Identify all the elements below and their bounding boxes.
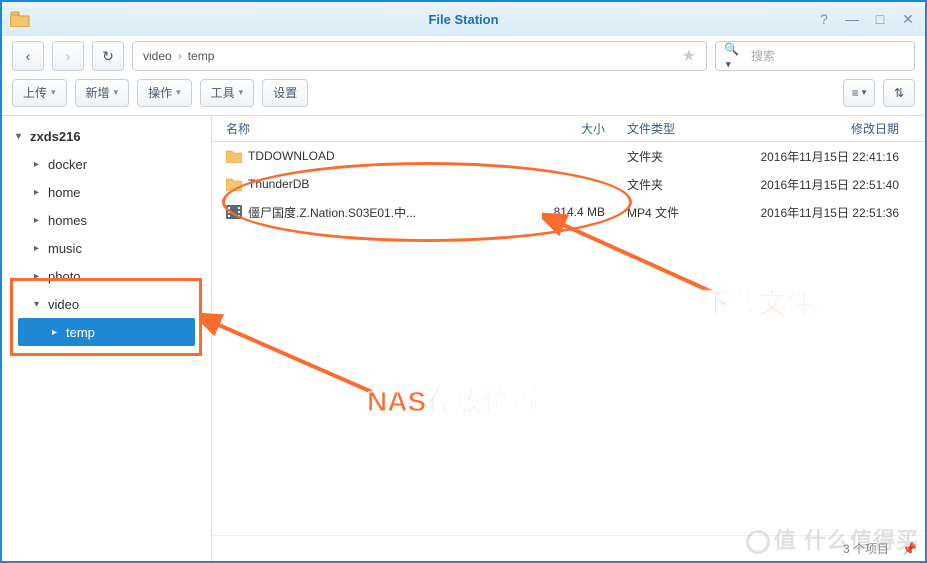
tree-label: home (48, 185, 81, 200)
chevron-down-icon: ▾ (114, 87, 119, 98)
settings-label: 设置 (273, 84, 297, 101)
col-size[interactable]: 大小 (519, 120, 619, 137)
expand-icon[interactable]: ▸ (34, 215, 44, 226)
file-type: 文件夹 (619, 176, 709, 193)
list-icon: ≡ (852, 86, 859, 100)
tree-item-homes[interactable]: ▸ homes (4, 206, 209, 234)
breadcrumb-item[interactable]: temp (188, 49, 215, 63)
file-list: 名称 大小 文件类型 修改日期 TDDOWNLOAD 文件夹 2016年11月1… (212, 116, 925, 561)
video-file-icon (226, 205, 242, 219)
tree-item-home[interactable]: ▸ home (4, 178, 209, 206)
expand-icon[interactable]: ▸ (34, 159, 44, 170)
table-row[interactable]: 僵尸国度.Z.Nation.S03E01.中... 814.4 MB MP4 文… (212, 198, 925, 226)
chevron-down-icon: ▾ (176, 87, 181, 98)
status-bar: 3 个项目 📌 (212, 535, 925, 561)
expand-icon[interactable]: ▸ (52, 327, 62, 338)
expand-icon[interactable]: ▸ (34, 187, 44, 198)
chevron-down-icon: ▾ (862, 87, 867, 98)
search-icon[interactable]: 🔍▾ (724, 42, 745, 70)
table-row[interactable]: TDDOWNLOAD 文件夹 2016年11月15日 22:41:16 (212, 142, 925, 170)
back-button[interactable]: ‹ (12, 41, 44, 71)
tree-label: music (48, 241, 82, 256)
tree-item-music[interactable]: ▸ music (4, 234, 209, 262)
refresh-button[interactable]: ↻ (92, 41, 124, 71)
action-label: 操作 (148, 84, 172, 101)
tree-label: temp (66, 325, 95, 340)
tree-root-label: zxds216 (30, 129, 81, 144)
collapse-icon[interactable]: ▾ (16, 131, 26, 142)
minimize-icon[interactable]: — (843, 10, 861, 28)
window: File Station ? — □ ✕ ‹ › ↻ video › temp … (0, 0, 927, 563)
upload-button[interactable]: 上传 ▾ (12, 79, 67, 107)
col-name[interactable]: 名称 (212, 120, 519, 137)
file-date: 2016年11月15日 22:41:16 (709, 148, 909, 165)
tools-button[interactable]: 工具 ▾ (200, 79, 255, 107)
col-type[interactable]: 文件类型 (619, 120, 709, 137)
folder-tree: ▾ zxds216 ▸ docker ▸ home ▸ homes ▸ music ▸ ph… (2, 116, 212, 561)
tools-label: 工具 (211, 84, 235, 101)
file-size: 814.4 MB (519, 205, 619, 219)
help-icon[interactable]: ? (815, 10, 833, 28)
search-box[interactable]: 🔍▾ (715, 41, 915, 71)
create-button[interactable]: 新增 ▾ (75, 79, 130, 107)
tree-root[interactable]: ▾ zxds216 (4, 122, 209, 150)
action-button[interactable]: 操作 ▾ (137, 79, 192, 107)
app-icon (10, 11, 30, 27)
maximize-icon[interactable]: □ (871, 10, 889, 28)
file-type: 文件夹 (619, 148, 709, 165)
tree-item-video[interactable]: ▾ video (4, 290, 209, 318)
search-input[interactable] (751, 49, 906, 63)
toolbar: 上传▾ 新增▾ 操作▾ 工具▾ 设置 ≡▾ ⇅ (2, 76, 925, 116)
file-type: MP4 文件 (619, 204, 709, 221)
tree-label: photo (48, 269, 81, 284)
breadcrumb-item[interactable]: video (143, 49, 172, 63)
file-date: 2016年11月15日 22:51:40 (709, 176, 909, 193)
forward-button[interactable]: › (52, 41, 84, 71)
chevron-down-icon: ▾ (239, 87, 244, 98)
close-icon[interactable]: ✕ (899, 10, 917, 28)
titlebar: File Station ? — □ ✕ (2, 2, 925, 36)
tree-item-docker[interactable]: ▸ docker (4, 150, 209, 178)
settings-button[interactable]: 设置 (262, 79, 308, 107)
nav-row: ‹ › ↻ video › temp ★ 🔍▾ (2, 36, 925, 76)
sort-button[interactable]: ⇅ (883, 79, 915, 107)
folder-icon (226, 177, 242, 191)
chevron-down-icon: ▾ (51, 87, 56, 98)
tree-label: video (48, 297, 79, 312)
file-date: 2016年11月15日 22:51:36 (709, 204, 909, 221)
tree-label: docker (48, 157, 87, 172)
window-controls: ? — □ ✕ (815, 10, 917, 28)
collapse-icon[interactable]: ▾ (34, 299, 44, 310)
view-list-button[interactable]: ≡▾ (843, 79, 875, 107)
col-date[interactable]: 修改日期 (709, 120, 909, 137)
window-title: File Station (428, 12, 498, 27)
table-row[interactable]: ThunderDB 文件夹 2016年11月15日 22:51:40 (212, 170, 925, 198)
main: ▾ zxds216 ▸ docker ▸ home ▸ homes ▸ music ▸ ph… (2, 116, 925, 561)
file-name: 僵尸国度.Z.Nation.S03E01.中... (248, 204, 416, 221)
chevron-right-icon: › (66, 48, 71, 64)
folder-icon (226, 149, 242, 163)
refresh-icon: ↻ (102, 48, 114, 65)
file-name: TDDOWNLOAD (248, 149, 335, 163)
breadcrumb-sep: › (178, 49, 182, 63)
expand-icon[interactable]: ▸ (34, 271, 44, 282)
file-name: ThunderDB (248, 177, 309, 191)
tree-item-temp[interactable]: ▸ temp (18, 318, 195, 346)
favorite-icon[interactable]: ★ (682, 46, 696, 66)
create-label: 新增 (86, 84, 110, 101)
file-list-header: 名称 大小 文件类型 修改日期 (212, 116, 925, 142)
breadcrumb[interactable]: video › temp ★ (132, 41, 707, 71)
chevron-left-icon: ‹ (26, 48, 31, 64)
sort-icon: ⇅ (894, 86, 904, 100)
tree-label: homes (48, 213, 87, 228)
pin-icon[interactable]: 📌 (902, 542, 917, 556)
expand-icon[interactable]: ▸ (34, 243, 44, 254)
tree-item-photo[interactable]: ▸ photo (4, 262, 209, 290)
upload-label: 上传 (23, 84, 47, 101)
item-count: 3 个项目 (843, 540, 889, 557)
